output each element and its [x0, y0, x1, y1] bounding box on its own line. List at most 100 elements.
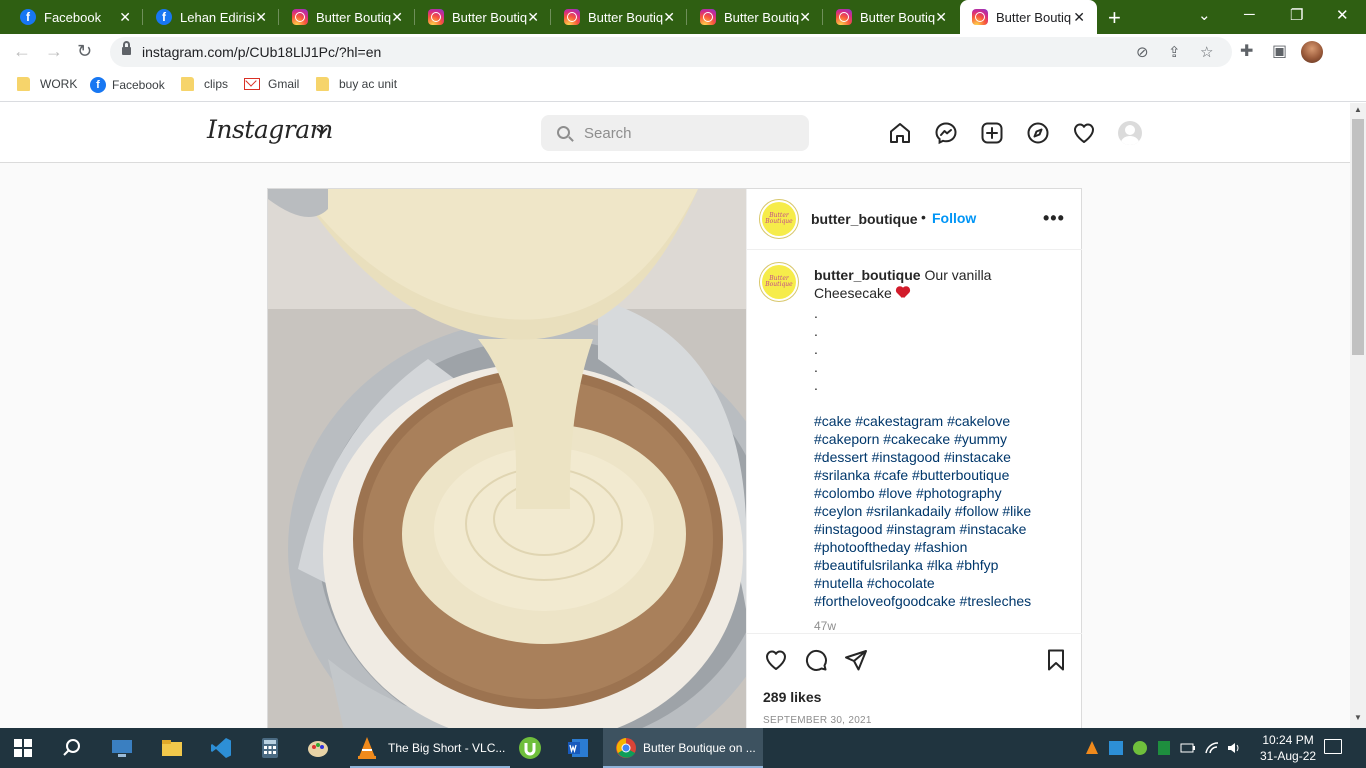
clock-date: 31-Aug-22	[1260, 749, 1317, 763]
window-close-icon[interactable]: ✕	[1336, 6, 1349, 24]
share-plane-icon[interactable]	[844, 648, 868, 672]
tab-label: Butter Boutiq	[316, 9, 392, 25]
tab-lehan[interactable]: f Lehan Edirisin ✕	[136, 0, 279, 34]
side-panel-icon[interactable]: ▣	[1272, 41, 1287, 61]
close-icon[interactable]: ✕	[391, 9, 403, 26]
instagram-logo[interactable]: Instagram	[207, 115, 333, 144]
forward-icon[interactable]: →	[45, 41, 63, 62]
back-icon[interactable]: ←	[13, 41, 31, 62]
butter-boutique-avatar[interactable]: Butter Boutique	[759, 199, 799, 239]
wifi-icon[interactable]	[1204, 740, 1220, 756]
tab-facebook[interactable]: f Facebook ✕	[0, 0, 143, 34]
close-icon[interactable]: ✕	[799, 9, 811, 26]
post-header: Butter Boutique butter_boutique • Follow…	[747, 189, 1082, 250]
bookmark-work[interactable]: WORK	[17, 77, 77, 91]
instagram-icon	[972, 9, 988, 25]
taskbar-app-chrome[interactable]: Butter Boutique on ...	[603, 728, 763, 768]
utorrent-icon[interactable]	[518, 736, 542, 760]
search-input[interactable]	[584, 123, 794, 143]
paint-icon[interactable]	[306, 736, 330, 760]
close-icon[interactable]: ✕	[935, 9, 947, 26]
bookmark-star-icon[interactable]: ☆	[1200, 43, 1213, 61]
taskbar-app-vlc[interactable]: The Big Short - VLC...	[350, 728, 510, 768]
vlc-tray-icon[interactable]	[1084, 740, 1100, 756]
tab-butter-boutique[interactable]: Butter Boutiq ✕	[272, 0, 415, 34]
scroll-thumb[interactable]	[1352, 119, 1364, 355]
desktop-app-icon[interactable]	[110, 736, 134, 760]
follow-button[interactable]: Follow	[932, 210, 976, 226]
search-icon	[557, 126, 570, 139]
new-tab-icon[interactable]: +	[1108, 5, 1121, 31]
close-icon[interactable]: ✕	[255, 9, 267, 26]
url-text[interactable]: instagram.com/p/CUb18LlJ1Pc/?hl=en	[142, 44, 381, 60]
home-icon[interactable]	[888, 121, 912, 145]
profile-avatar[interactable]	[1118, 121, 1142, 145]
like-heart-icon[interactable]	[764, 648, 788, 672]
network-app-tray-icon[interactable]	[1108, 740, 1124, 756]
explore-icon[interactable]	[1026, 121, 1050, 145]
vscode-icon[interactable]	[209, 736, 233, 760]
comment-icon[interactable]	[804, 648, 828, 672]
likes-count[interactable]: 289 likes	[763, 689, 821, 705]
scroll-down-arrow-icon[interactable]: ▼	[1354, 713, 1362, 722]
post-dialog: Butter Boutique butter_boutique • Follow…	[267, 188, 1082, 728]
save-bookmark-icon[interactable]	[1044, 648, 1068, 672]
share-icon[interactable]: ⇪	[1168, 43, 1181, 61]
instagram-icon	[292, 9, 308, 25]
post-date[interactable]: SEPTEMBER 30, 2021	[763, 715, 872, 726]
instagram-icon	[428, 9, 444, 25]
instagram-icon	[700, 9, 716, 25]
lock-icon[interactable]	[122, 41, 131, 56]
reload-icon[interactable]: ↻	[77, 41, 92, 62]
tab-search-chevron-icon[interactable]: ⌄	[1198, 6, 1211, 24]
file-explorer-icon[interactable]	[160, 736, 184, 760]
folder-icon	[17, 77, 30, 91]
bookmark-buy-ac-unit[interactable]: buy ac unit	[316, 77, 397, 91]
bookmark-facebook[interactable]: f Facebook	[90, 77, 165, 93]
extensions-icon[interactable]: ✚	[1240, 41, 1253, 61]
post-photo[interactable]	[268, 189, 746, 728]
battery-icon[interactable]	[1180, 740, 1196, 756]
minimize-icon[interactable]: ─	[1244, 6, 1255, 23]
profile-avatar[interactable]	[1301, 41, 1323, 63]
bookmark-clips[interactable]: clips	[181, 77, 228, 91]
more-options-icon[interactable]: •••	[1043, 208, 1065, 229]
calculator-icon[interactable]	[258, 736, 282, 760]
close-icon[interactable]: ✕	[663, 9, 675, 26]
search-box[interactable]	[541, 115, 809, 151]
post-time-ago[interactable]: 47w	[814, 619, 836, 633]
tab-butter-boutique[interactable]: Butter Boutiq ✕	[680, 0, 823, 34]
restore-icon[interactable]: ❐	[1290, 6, 1303, 24]
new-post-icon[interactable]	[980, 121, 1004, 145]
notification-center-icon[interactable]	[1324, 739, 1342, 754]
folder-icon	[181, 77, 194, 91]
clock-time: 10:24 PM	[1262, 733, 1314, 747]
eye-off-icon[interactable]: ⊘	[1136, 43, 1149, 61]
scroll-up-arrow-icon[interactable]: ▲	[1354, 105, 1362, 114]
tab-butter-boutique[interactable]: Butter Boutiq ✕	[544, 0, 687, 34]
messenger-icon[interactable]	[934, 121, 958, 145]
tab-butter-boutique-active[interactable]: Butter Boutiq ✕	[960, 0, 1097, 34]
page-scrollbar[interactable]: ▲ ▼	[1350, 103, 1366, 728]
windows-start-icon[interactable]	[14, 739, 32, 757]
volume-icon[interactable]	[1226, 740, 1242, 756]
word-icon[interactable]	[566, 736, 590, 760]
tab-butter-boutique[interactable]: Butter Boutiq ✕	[816, 0, 959, 34]
activity-heart-icon[interactable]	[1072, 121, 1096, 145]
caption-username[interactable]: butter_boutique	[814, 267, 921, 283]
tab-label: Butter Boutiq	[860, 9, 936, 25]
post-username[interactable]: butter_boutique	[811, 211, 918, 227]
hashtags[interactable]: #cake #cakestagram #cakelove #cakeporn #…	[814, 412, 1049, 610]
system-clock[interactable]: 10:24 PM 31-Aug-22	[1260, 732, 1316, 764]
sheets-tray-icon[interactable]	[1156, 740, 1172, 756]
close-icon[interactable]: ✕	[527, 9, 539, 26]
bookmark-gmail[interactable]: Gmail	[244, 77, 299, 91]
close-icon[interactable]: ✕	[1073, 9, 1085, 26]
butter-boutique-avatar[interactable]: Butter Boutique	[759, 262, 799, 302]
facebook-icon: f	[156, 9, 172, 25]
tab-butter-boutique[interactable]: Butter Boutiq ✕	[408, 0, 551, 34]
search-icon[interactable]	[62, 736, 86, 760]
address-bar[interactable]: instagram.com/p/CUb18LlJ1Pc/?hl=en ⊘ ⇪ ☆	[110, 37, 1232, 67]
close-icon[interactable]: ✕	[119, 9, 131, 26]
utorrent-tray-icon[interactable]	[1132, 740, 1148, 756]
